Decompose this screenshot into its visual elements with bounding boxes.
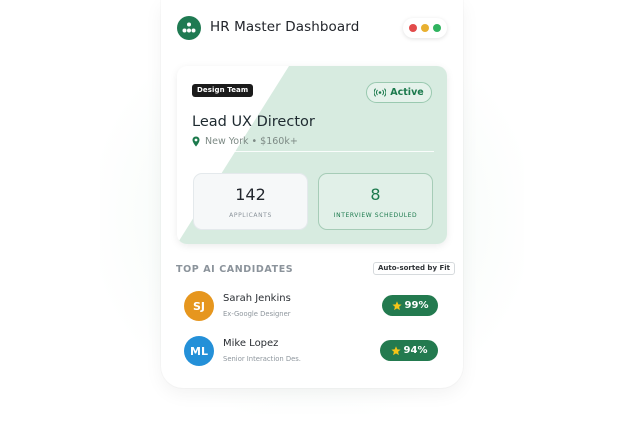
candidate-row[interactable]: ML Mike Lopez Senior Interaction Des. 94… (161, 336, 463, 376)
avatar: ML (184, 336, 214, 366)
broadcast-icon (374, 88, 387, 97)
location-pin-icon (192, 136, 200, 147)
applicants-stat[interactable]: 142 APPLICANTS (193, 173, 308, 230)
job-title: Lead UX Director (192, 114, 315, 130)
candidate-row[interactable]: SJ Sarah Jenkins Ex-Google Designer 99% (161, 291, 463, 331)
fit-score-badge: 99% (382, 295, 438, 316)
applicants-label: APPLICANTS (229, 211, 272, 219)
candidate-name: Sarah Jenkins (223, 293, 291, 304)
maximize-dot[interactable] (433, 24, 441, 32)
close-dot[interactable] (409, 24, 417, 32)
star-icon (391, 300, 402, 310)
fit-score-badge: 94% (380, 340, 438, 361)
app-header: HR Master Dashboard (161, 0, 463, 58)
candidate-subtitle: Senior Interaction Des. (223, 355, 301, 363)
avatar: SJ (184, 291, 214, 321)
minimize-dot[interactable] (421, 24, 429, 32)
fit-score: 94% (403, 345, 428, 356)
status-label: Active (390, 87, 424, 98)
dashboard-card: HR Master Dashboard Design Team Active L… (161, 0, 463, 388)
window-controls (403, 18, 447, 38)
fit-score: 99% (404, 300, 429, 311)
interviews-label: INTERVIEW SCHEDULED (333, 211, 418, 219)
interviews-stat[interactable]: 8 INTERVIEW SCHEDULED (318, 173, 433, 230)
team-tag: Design Team (192, 84, 254, 97)
status-badge: Active (366, 82, 432, 103)
star-icon (390, 345, 401, 355)
job-card[interactable]: Design Team Active Lead UX Director New … (177, 66, 447, 244)
interviews-count: 8 (370, 184, 381, 204)
candidate-name: Mike Lopez (223, 338, 279, 349)
divider (192, 151, 434, 152)
app-title: HR Master Dashboard (210, 19, 360, 35)
sort-tag[interactable]: Auto-sorted by Fit (373, 262, 455, 275)
job-location: New York • $160k+ (205, 136, 298, 147)
candidates-section-title: TOP AI CANDIDATES (176, 264, 294, 275)
candidate-subtitle: Ex-Google Designer (223, 310, 291, 318)
team-logo-icon (177, 16, 201, 40)
job-meta: New York • $160k+ (192, 136, 298, 147)
applicants-count: 142 (235, 184, 266, 204)
